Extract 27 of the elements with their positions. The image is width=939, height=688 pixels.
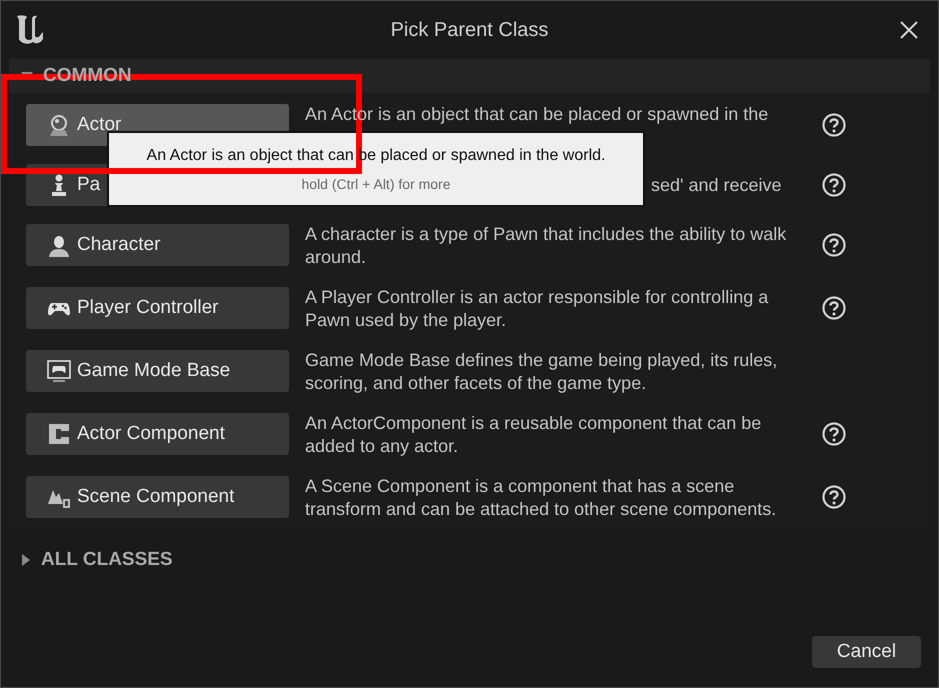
screen-gamepad-icon <box>47 359 71 383</box>
help-icon[interactable] <box>822 422 846 446</box>
help-icon[interactable] <box>822 113 846 137</box>
class-button[interactable]: Player Controller <box>26 287 289 329</box>
tooltip-hint: hold (Ctrl + Alt) for more <box>302 174 450 194</box>
class-button[interactable]: Game Mode Base <box>26 350 289 392</box>
sphere-on-stand-icon <box>47 113 71 137</box>
class-description: A character is a type of Pawn that includes the ability to walk around. <box>305 223 788 269</box>
expand-icon[interactable] <box>21 554 31 566</box>
section-header[interactable]: ALL CLASSES <box>41 546 173 574</box>
help-icon[interactable] <box>822 173 846 197</box>
class-description: sed' and receive <box>651 174 783 197</box>
class-button[interactable]: Scene Component <box>26 476 289 518</box>
cancel-button[interactable]: Cancel <box>812 636 921 668</box>
class-button[interactable]: Actor Component <box>26 413 289 455</box>
class-description: A Scene Component is a component that has a scene transform and can be attached to other scene components. <box>305 475 778 521</box>
help-icon[interactable] <box>822 485 846 509</box>
class-description: A Player Controller is an actor responsible for controlling a Pawn used by the player. <box>305 286 770 332</box>
close-button[interactable] <box>898 19 920 41</box>
class-button[interactable]: Character <box>26 224 289 266</box>
person-icon <box>47 233 71 257</box>
class-description: Game Mode Base defines the game being played, its rules, scoring, and other facets of the game type. <box>305 349 778 395</box>
c-block-icon <box>47 422 71 446</box>
class-description: An ActorComponent is a reusable component that can be added to any actor. <box>305 412 762 458</box>
help-icon[interactable] <box>822 296 846 320</box>
window-title: Pick Parent Class <box>390 18 550 43</box>
help-icon[interactable] <box>822 233 846 257</box>
